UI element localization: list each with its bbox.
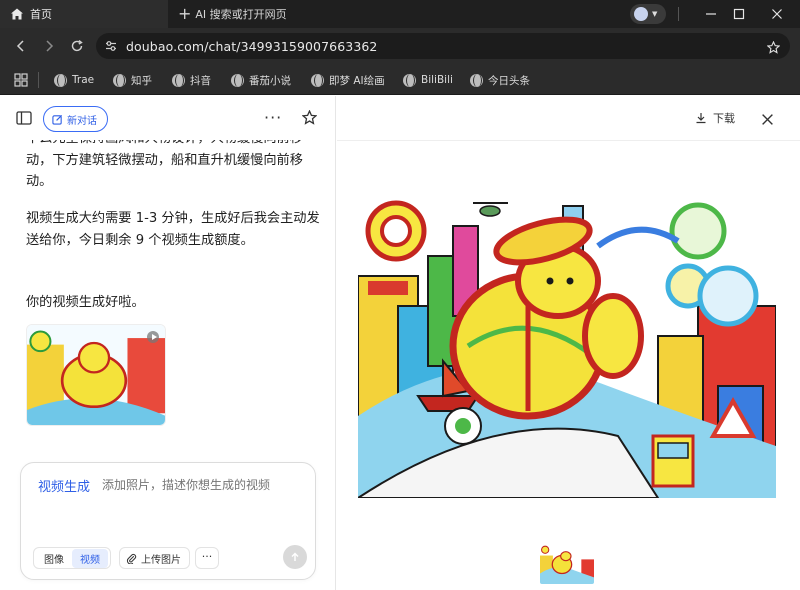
composer-more-button[interactable]: ···	[195, 547, 219, 569]
bookmarks-bar: Trae 知乎 抖音 番茄小说 即梦 AI绘画 BiliBili 今日头条	[0, 64, 800, 95]
video-thumbnail-image	[27, 325, 165, 425]
globe-icon	[54, 73, 67, 87]
back-button[interactable]	[10, 36, 32, 56]
media-type-switch: 图像 视频	[33, 547, 111, 569]
bookmark-item[interactable]: Trae	[54, 70, 94, 90]
chat-header: 新对话 ···	[0, 96, 335, 140]
close-icon	[762, 114, 773, 125]
video-generation-mode-label[interactable]: 视频生成	[38, 476, 90, 495]
reload-button[interactable]	[66, 36, 88, 56]
bookmark-label: BiliBili	[421, 74, 453, 86]
globe-icon	[172, 73, 185, 87]
bookmark-item[interactable]: 番茄小说	[231, 70, 291, 90]
address-bar-row: doubao.com/chat/34993159007663362	[0, 28, 800, 64]
bookmark-label: 今日头条	[488, 74, 530, 87]
bookmark-label: 即梦 AI绘画	[329, 74, 385, 87]
minimize-icon	[706, 13, 716, 15]
more-options-button[interactable]: ···	[264, 108, 282, 127]
arrow-up-icon	[291, 552, 299, 561]
plus-icon: +	[178, 4, 192, 23]
generated-video-preview[interactable]	[358, 186, 776, 498]
bookmark-item[interactable]: BiliBili	[403, 70, 453, 90]
send-button[interactable]	[283, 545, 307, 569]
upload-image-button[interactable]: 上传图片	[119, 547, 190, 569]
bookmarks-separator	[38, 72, 39, 88]
globe-icon	[113, 73, 126, 87]
globe-icon	[231, 73, 244, 87]
site-settings-icon[interactable]	[104, 39, 118, 53]
download-icon	[696, 113, 706, 124]
new-chat-button[interactable]: 新对话	[43, 106, 108, 132]
reload-icon	[71, 39, 83, 52]
bookmark-label: 番茄小说	[249, 74, 291, 87]
home-tab-label: 首页	[30, 8, 52, 21]
apps-grid-icon[interactable]	[14, 72, 28, 91]
play-icon	[147, 331, 159, 343]
sidebar-toggle-icon[interactable]	[16, 110, 32, 129]
url-text: doubao.com/chat/34993159007663362	[126, 38, 378, 54]
seg-image[interactable]: 图像	[36, 549, 72, 568]
browser-tab-bar: 首页 + AI 搜索或打开网页 ▼	[0, 0, 800, 28]
edit-icon	[52, 114, 63, 125]
close-window-button[interactable]	[760, 0, 794, 28]
bookmark-item[interactable]: 即梦 AI绘画	[311, 70, 385, 90]
download-label: 下载	[713, 112, 735, 125]
new-tab-button[interactable]: + AI 搜索或打开网页	[178, 0, 287, 28]
generated-illustration-image	[358, 186, 776, 498]
maximize-button[interactable]	[722, 0, 756, 28]
upload-image-label: 上传图片	[141, 554, 181, 566]
preview-header-divider	[337, 140, 800, 141]
forward-button[interactable]	[38, 36, 60, 56]
url-bar[interactable]: doubao.com/chat/34993159007663362	[96, 33, 790, 59]
bookmark-label: 抖音	[190, 74, 211, 87]
globe-icon	[403, 73, 416, 87]
globe-icon	[470, 73, 483, 87]
star-icon	[766, 40, 781, 54]
bookmark-star-button[interactable]	[766, 39, 781, 58]
profile-button[interactable]: ▼	[630, 4, 666, 24]
video-frame-thumbnail[interactable]	[540, 544, 594, 584]
seg-video[interactable]: 视频	[72, 548, 108, 568]
chat-message: 视频生成大约需要 1-3 分钟，生成好后我会主动发送给你，今日剩余 9 个视频生…	[26, 211, 320, 248]
arrow-right-icon	[46, 40, 54, 52]
bookmark-label: 知乎	[131, 74, 152, 87]
bookmark-item[interactable]: 今日头条	[470, 70, 530, 90]
download-button[interactable]: 下载	[695, 110, 735, 126]
favorite-button[interactable]	[301, 109, 318, 129]
prompt-input[interactable]	[102, 478, 302, 492]
paperclip-icon	[126, 553, 137, 564]
bookmark-item[interactable]: 抖音	[172, 70, 211, 90]
preview-pane: 下载	[337, 96, 800, 590]
window-controls-separator	[678, 7, 679, 21]
new-tab-label: AI 搜索或打开网页	[195, 8, 287, 21]
bookmark-item[interactable]: 知乎	[113, 70, 152, 90]
video-frame-thumbnail-image	[540, 544, 594, 584]
new-chat-label: 新对话	[67, 115, 97, 127]
bookmark-label: Trae	[72, 74, 95, 86]
chat-message: 你的视频生成好啦。	[26, 295, 145, 310]
close-preview-button[interactable]	[761, 111, 774, 130]
globe-icon	[311, 73, 324, 87]
star-icon	[301, 109, 318, 125]
home-icon	[11, 8, 23, 20]
close-icon	[772, 9, 782, 19]
chevron-down-icon: ▼	[652, 10, 658, 18]
message-composer: 视频生成 图像 视频 上传图片 ···	[20, 462, 316, 580]
arrow-left-icon	[16, 40, 24, 52]
home-tab[interactable]: 首页	[0, 0, 168, 28]
avatar-icon	[634, 7, 648, 21]
maximize-icon	[733, 8, 745, 20]
video-thumbnail[interactable]	[26, 324, 166, 426]
chat-pane: 新对话 ··· 中么元全保持画风和人物设计，人物缓慢向前移动，下方建筑轻微摆动，…	[0, 96, 336, 590]
